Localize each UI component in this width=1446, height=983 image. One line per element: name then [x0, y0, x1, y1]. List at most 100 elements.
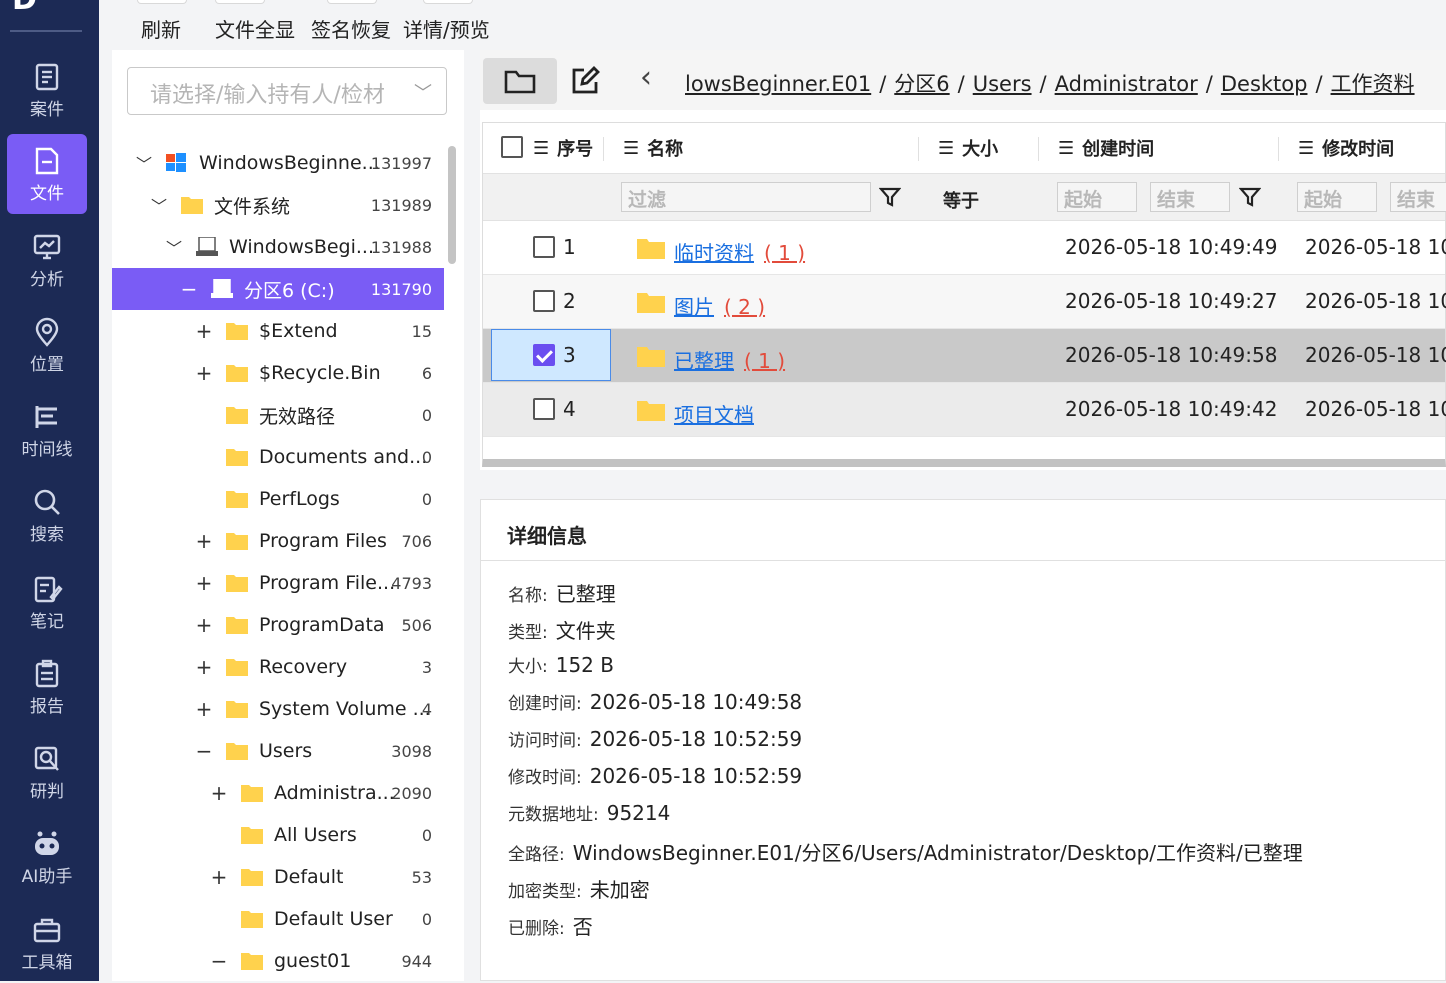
breadcrumb-item[interactable]: 工作资料	[1331, 72, 1415, 96]
modified-end-input[interactable]: 结束	[1390, 182, 1446, 212]
filter-icon[interactable]	[1239, 186, 1261, 208]
tree-node[interactable]: + Administra... 2090	[112, 772, 444, 814]
column-header-name[interactable]: ☰ 名称	[623, 123, 683, 173]
tree-node[interactable]: + Default 53	[112, 856, 444, 898]
chevron-down-icon[interactable]: ﹀	[134, 151, 154, 175]
name-filter-input[interactable]: 过滤	[621, 182, 871, 212]
row-name-link[interactable]: 已整理	[674, 349, 734, 373]
tree-node[interactable]: − 分区6 (C:) 131790	[112, 268, 444, 310]
expand-icon[interactable]: +	[194, 571, 214, 595]
column-header-size[interactable]: ☰ 大小	[938, 123, 998, 173]
nav-item-search[interactable]: 搜索	[7, 475, 87, 555]
tree-node[interactable]: All Users 0	[112, 814, 444, 856]
tree-node[interactable]: Default User 0	[112, 898, 444, 940]
breadcrumb-item[interactable]: Desktop	[1221, 72, 1308, 96]
signature-recover-button[interactable]: 签名恢复	[311, 14, 391, 43]
nav-label: 报告	[30, 696, 64, 717]
collapse-icon[interactable]: −	[179, 277, 199, 301]
column-header-modified[interactable]: ☰ 修改时间	[1298, 123, 1394, 173]
tree-node[interactable]: PerfLogs 0	[112, 478, 444, 520]
tree-node-label: ProgramData	[259, 614, 385, 636]
row-name-link[interactable]: 图片	[674, 295, 714, 319]
chevron-down-icon[interactable]: ﹀	[149, 193, 169, 217]
breadcrumb-item[interactable]: Users	[973, 72, 1032, 96]
filter-row: 过滤 等于 起始 结束 起始 结束	[483, 173, 1446, 221]
folder-view-button[interactable]	[483, 58, 557, 104]
owner-select[interactable]: 请选择/输入持有人/检材 ﹀	[127, 67, 447, 115]
modified-start-input[interactable]: 起始	[1297, 182, 1377, 212]
tree-node[interactable]: − Users 3098	[112, 730, 444, 772]
expand-icon[interactable]: +	[194, 361, 214, 385]
column-header-created[interactable]: ☰ 创建时间	[1058, 123, 1154, 173]
expand-icon[interactable]: +	[209, 865, 229, 889]
tree-node[interactable]: + System Volume ... 4	[112, 688, 444, 730]
row-checkbox[interactable]	[533, 344, 555, 366]
edit-button[interactable]	[548, 58, 622, 104]
tree-scrollbar[interactable]	[448, 146, 456, 264]
back-button[interactable]: ‹	[640, 60, 652, 95]
created-end-input[interactable]: 结束	[1150, 182, 1230, 212]
collapse-icon[interactable]: −	[194, 739, 214, 763]
tree-node[interactable]: − guest01 944	[112, 940, 444, 982]
nav-label: 工具箱	[21, 952, 73, 973]
created-start-input[interactable]: 起始	[1057, 182, 1137, 212]
row-name-link[interactable]: 项目文档	[674, 403, 754, 427]
tree-node[interactable]: + $Extend 15	[112, 310, 444, 352]
nav-item-report[interactable]: 报告	[7, 647, 87, 727]
nav-label: 时间线	[21, 439, 73, 460]
tree-node[interactable]: + Program File... 4793	[112, 562, 444, 604]
chevron-down-icon[interactable]: ﹀	[164, 235, 184, 259]
tree-node[interactable]: Documents and... 0	[112, 436, 444, 478]
row-checkbox[interactable]	[533, 290, 555, 312]
select-all-checkbox[interactable]	[501, 136, 523, 158]
refresh-button[interactable]: 刷新	[141, 14, 181, 43]
breadcrumb-item[interactable]: lowsBeginner.E01	[685, 72, 871, 96]
column-header-seq[interactable]: ☰ 序号	[533, 123, 593, 173]
breadcrumb-item[interactable]: 分区6	[894, 72, 949, 96]
folder-icon	[241, 951, 263, 971]
table-row[interactable]: 1 临时资料 ( 1 ) 2026-05-18 10:49:49 2026-05-18 …	[483, 221, 1446, 275]
tree-node-label: Default User	[274, 908, 393, 930]
tree-node[interactable]: ﹀ WindowsBegi... 131988	[112, 226, 444, 268]
expand-icon[interactable]: +	[194, 319, 214, 343]
show-all-files-button[interactable]: 文件全显	[215, 14, 295, 43]
toolbar-tab-edge	[423, 0, 473, 4]
row-name-link[interactable]: 临时资料	[674, 241, 754, 265]
collapse-icon[interactable]: −	[209, 949, 229, 973]
nav-item-case[interactable]: 案件	[7, 50, 87, 130]
row-checkbox[interactable]	[533, 398, 555, 420]
size-operator[interactable]: 等于	[943, 187, 979, 213]
table-row[interactable]: 2 图片 ( 2 ) 2026-05-18 10:49:27 2026-05-18 10…	[483, 275, 1446, 329]
breadcrumb-item[interactable]: Administrator	[1055, 72, 1198, 96]
detail-field-value: 2026-05-18 10:49:58	[589, 690, 803, 714]
tree-node[interactable]: + Recovery 3	[112, 646, 444, 688]
expand-icon[interactable]: +	[209, 781, 229, 805]
nav-item-ai[interactable]: AI助手	[7, 817, 87, 897]
tree-node[interactable]: ﹀ 文件系统 131989	[112, 184, 444, 226]
expand-icon[interactable]: +	[194, 529, 214, 553]
nav-item-toolbox[interactable]: 工具箱	[7, 903, 87, 983]
table-row[interactable]: 3 已整理 ( 1 ) 2026-05-18 10:49:58 2026-05-18 1…	[483, 329, 1446, 383]
table-row[interactable]: 4 项目文档 2026-05-18 10:49:42 2026-05-18 10:	[483, 383, 1446, 437]
location-icon	[35, 317, 59, 347]
tree-node[interactable]: + ProgramData 506	[112, 604, 444, 646]
expand-icon[interactable]: +	[194, 613, 214, 637]
filter-icon[interactable]	[879, 186, 901, 208]
nav-item-note[interactable]: 笔记	[7, 562, 87, 642]
tree-panel: 请选择/输入持有人/检材 ﹀ ﹀ WindowsBeginne... 131997 ﹀…	[112, 50, 464, 981]
nav-item-judge[interactable]: 研判	[7, 732, 87, 812]
tree-node[interactable]: + $Recycle.Bin 6	[112, 352, 444, 394]
tree-node-label: Administra...	[274, 782, 395, 804]
expand-icon[interactable]: +	[194, 655, 214, 679]
nav-item-analysis[interactable]: 分析	[7, 220, 87, 300]
tree-node[interactable]: 无效路径 0	[112, 394, 444, 436]
tree-node[interactable]: + Program Files 706	[112, 520, 444, 562]
tree-node[interactable]: ﹀ WindowsBeginne... 131997	[112, 142, 444, 184]
note-icon	[34, 576, 63, 602]
expand-icon[interactable]: +	[194, 697, 214, 721]
nav-item-location[interactable]: 位置	[7, 305, 87, 385]
nav-item-timeline[interactable]: 时间线	[7, 390, 87, 470]
detail-preview-button[interactable]: 详情/预览	[403, 14, 490, 43]
row-checkbox[interactable]	[533, 236, 555, 258]
nav-item-file[interactable]: 文件	[7, 134, 87, 214]
